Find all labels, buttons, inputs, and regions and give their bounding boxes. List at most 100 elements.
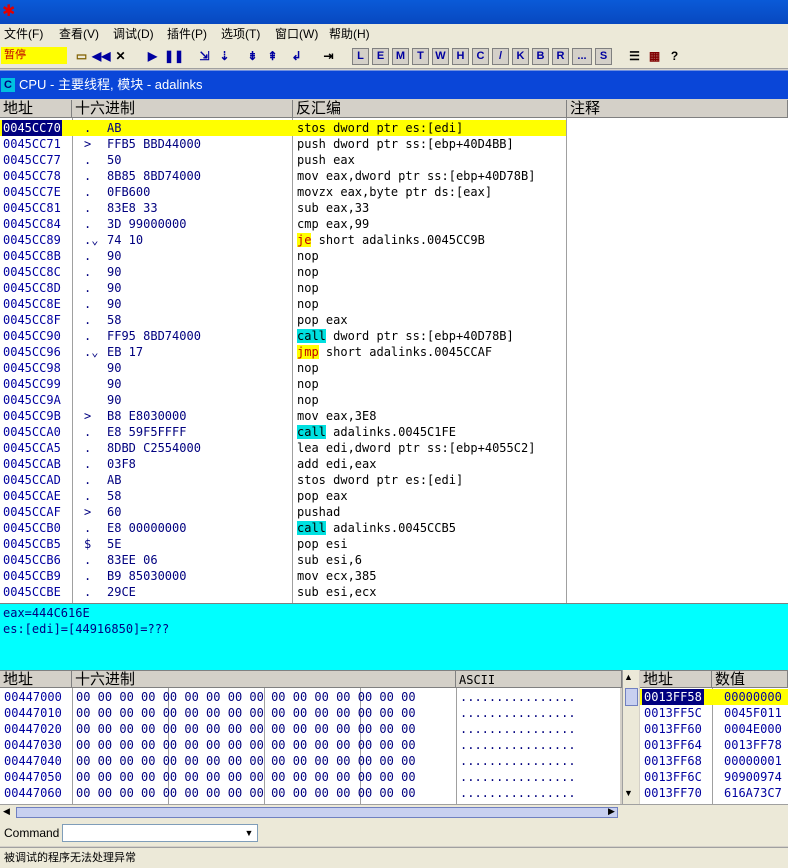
menu-options[interactable]: 选项(T)	[221, 24, 260, 44]
disasm-row[interactable]: 0045CC81. 83E8 33 sub eax,33	[0, 200, 566, 216]
toolbar-handles-button[interactable]: H	[452, 48, 469, 65]
disasm-header-hex[interactable]: 十六进制	[72, 100, 293, 118]
disasm-row[interactable]: 0045CC90. FF95 8BD74000 call dword ptr ss:…	[0, 328, 566, 344]
toolbar-run-trace-button[interactable]: ...	[572, 48, 592, 65]
chevron-down-icon[interactable]: ▼	[241, 825, 257, 841]
stack-row[interactable]: 0013FF60 0004E000	[640, 721, 788, 737]
disasm-row[interactable]: 0045CCB5 $5E pop esi	[0, 536, 566, 552]
toolbar-breakpoints-button[interactable]: B	[532, 48, 549, 65]
disasm-row[interactable]: 0045CCB6. 83EE 06 sub esi,6	[0, 552, 566, 568]
scroll-down-icon[interactable]: ▼	[624, 788, 633, 798]
disasm-row[interactable]: 0045CC8B. 90 nop	[0, 248, 566, 264]
disasm-row[interactable]: 0045CC96 .⌄ EB 17 jmp short adalinks.0045CC…	[0, 344, 566, 360]
toolbar-references-button[interactable]: R	[552, 48, 569, 65]
execute-till-return-icon[interactable]: ↲	[288, 48, 305, 65]
menu-help[interactable]: 帮助(H)	[329, 24, 370, 44]
disasm-row[interactable]: 0045CCAF >60 pushad	[0, 504, 566, 520]
run-icon[interactable]: ▶	[144, 48, 161, 65]
pause-icon[interactable]: ❚❚	[164, 48, 184, 65]
toolbar-patches-button[interactable]: /	[492, 48, 509, 65]
help-icon[interactable]: ?	[666, 48, 683, 65]
horizontal-scrollbar[interactable]: ◀ ▶	[0, 804, 788, 820]
disasm-row[interactable]: 0045CC9A 90 nop	[0, 392, 566, 408]
disasm-row[interactable]: 0045CC89 .⌄ 74 10 je short adalinks.0045CC9…	[0, 232, 566, 248]
disasm-header-address[interactable]: 地址	[0, 100, 72, 118]
open-folder-icon[interactable]: ▭	[73, 48, 90, 65]
dump-row[interactable]: 00447000 00 00 00 00 00 00 00 00 00 00 00…	[0, 689, 620, 705]
step-over-icon[interactable]: ⇣	[216, 48, 233, 65]
stack-header-value[interactable]: 数值	[712, 670, 788, 688]
toolbar-threads-button[interactable]: T	[412, 48, 429, 65]
disasm-row[interactable]: 0045CC84. 3D 99000000 cmp eax,99	[0, 216, 566, 232]
toolbar-windows-button[interactable]: W	[432, 48, 449, 65]
disasm-header-comment[interactable]: 注释	[567, 100, 788, 118]
disasm-row[interactable]: 0045CC98 90 nop	[0, 360, 566, 376]
trace-over-icon[interactable]: ⇞	[264, 48, 281, 65]
disasm-row[interactable]: 0045CC99 90 nop	[0, 376, 566, 392]
dump-header-hex[interactable]: 十六进制	[72, 670, 456, 688]
disasm-row[interactable]: 0045CCA0. E8 59F5FFFF call adalinks.0045C1…	[0, 424, 566, 440]
goto-address-icon[interactable]: ⇥	[320, 48, 337, 65]
dump-row[interactable]: 00447010 00 00 00 00 00 00 00 00 00 00 00…	[0, 705, 620, 721]
disasm-row[interactable]: 0045CCBE. 29CE sub esi,ecx	[0, 584, 566, 600]
dump-row[interactable]: 00447030 00 00 00 00 00 00 00 00 00 00 00…	[0, 737, 620, 753]
list-view-icon[interactable]: ☰	[626, 48, 643, 65]
stack-header-address[interactable]: 地址	[640, 670, 712, 688]
stack-row[interactable]: 0013FF5C 0045F011	[640, 705, 788, 721]
menu-window[interactable]: 窗口(W)	[275, 24, 318, 44]
stack-row[interactable]: 0013FF58 00000000	[640, 689, 788, 705]
command-input[interactable]	[62, 824, 258, 842]
stack-row[interactable]: 0013FF70 616A73C7	[640, 785, 788, 801]
disasm-row[interactable]: 0045CC70. AB stos dword ptr es:[edi]	[0, 120, 566, 136]
disasm-row[interactable]: 0045CC8E. 90 nop	[0, 296, 566, 312]
disasm-row[interactable]: 0045CCAE. 58 pop eax	[0, 488, 566, 504]
menu-plugins[interactable]: 插件(P)	[167, 24, 207, 44]
toolbar-log-button[interactable]: L	[352, 48, 369, 65]
disasm-row[interactable]: 0045CC9B > B8 E8030000 mov eax,3E8	[0, 408, 566, 424]
toolbar-source-button[interactable]: S	[595, 48, 612, 65]
disasm-row[interactable]: 0045CC8D. 90 nop	[0, 280, 566, 296]
close-icon[interactable]: ✕	[112, 48, 129, 65]
menu-debug[interactable]: 调试(D)	[113, 24, 154, 44]
toolbar-callstack-button[interactable]: K	[512, 48, 529, 65]
info-pane[interactable]: eax=444C616E es:[edi]=[44916850]=???	[0, 603, 788, 670]
disasm-row[interactable]: 0045CC77. 50 push eax	[0, 152, 566, 168]
toolbar-cpu-button[interactable]: C	[472, 48, 489, 65]
toolbar-memory-button[interactable]: M	[392, 48, 409, 65]
dump-row[interactable]: 00447060 00 00 00 00 00 00 00 00 00 00 00…	[0, 785, 620, 801]
menu-view[interactable]: 查看(V)	[59, 24, 99, 44]
disasm-row[interactable]: 0045CCB9. B9 85030000 mov ecx,385	[0, 568, 566, 584]
disasm-row[interactable]: 0045CC7E. 0FB600 movzx eax,byte ptr ds:[ea…	[0, 184, 566, 200]
toolbar-executables-button[interactable]: E	[372, 48, 389, 65]
scroll-left-icon[interactable]: ◀	[3, 806, 10, 817]
disassembly-pane[interactable]: 0045CC70. AB stos dword ptr es:[edi] 0045CC…	[0, 118, 788, 603]
dump-vertical-scrollbar[interactable]: ▲ ▼	[622, 670, 639, 804]
disasm-row[interactable]: 0045CC71 > FFB5 BBD44000 push dword ptr ss:…	[0, 136, 566, 152]
grid-view-icon[interactable]: ▦	[646, 48, 663, 65]
horizontal-scroll-thumb[interactable]	[16, 807, 618, 818]
dump-header-address[interactable]: 地址	[0, 670, 72, 688]
dump-row[interactable]: 00447020 00 00 00 00 00 00 00 00 00 00 00…	[0, 721, 620, 737]
dump-row[interactable]: 00447050 00 00 00 00 00 00 00 00 00 00 00…	[0, 769, 620, 785]
disasm-row[interactable]: 0045CC78. 8B85 8BD74000 mov eax,dword ptr …	[0, 168, 566, 184]
stack-pane[interactable]: 0013FF58 00000000 0013FF5C 0045F011 0013FF60…	[640, 688, 788, 804]
disasm-header-disassembly[interactable]: 反汇编	[293, 100, 567, 118]
memory-dump-pane[interactable]: 00447000 00 00 00 00 00 00 00 00 00 00 00…	[0, 688, 620, 804]
dump-row[interactable]: 00447040 00 00 00 00 00 00 00 00 00 00 00…	[0, 753, 620, 769]
disasm-row[interactable]: 0045CCB0. E8 00000000 call adalinks.0045CC…	[0, 520, 566, 536]
disasm-row[interactable]: 0045CC8F. 58 pop eax	[0, 312, 566, 328]
stack-row[interactable]: 0013FF64 0013FF78	[640, 737, 788, 753]
stack-row[interactable]: 0013FF6C 90900974	[640, 769, 788, 785]
step-into-icon[interactable]: ⇲	[196, 48, 213, 65]
disasm-row[interactable]: 0045CC8C. 90 nop	[0, 264, 566, 280]
stack-row[interactable]: 0013FF68 00000001	[640, 753, 788, 769]
scroll-up-icon[interactable]: ▲	[624, 672, 633, 682]
trace-into-icon[interactable]: ⇟	[244, 48, 261, 65]
menu-file[interactable]: 文件(F)	[4, 24, 43, 44]
disasm-row[interactable]: 0045CCA5. 8DBD C2554000 lea edi,dword ptr …	[0, 440, 566, 456]
disasm-row[interactable]: 0045CCAB. 03F8 add edi,eax	[0, 456, 566, 472]
dump-header-ascii[interactable]: ASCII	[456, 670, 622, 688]
restart-icon[interactable]: ◀◀	[92, 48, 110, 65]
scroll-right-icon[interactable]: ▶	[608, 806, 615, 817]
dump-scroll-thumb[interactable]	[625, 688, 638, 706]
